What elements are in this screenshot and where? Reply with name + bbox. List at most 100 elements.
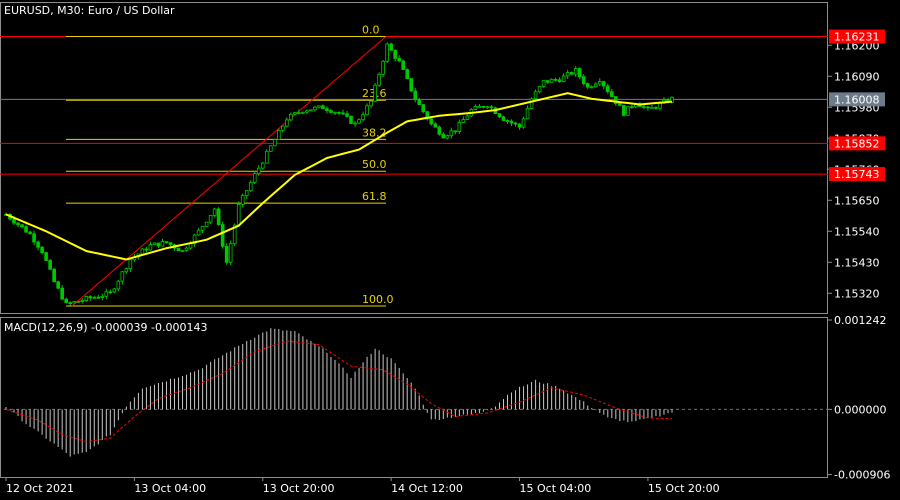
candle-body: [650, 106, 654, 109]
candle-body: [268, 145, 273, 152]
candle-body: [389, 43, 393, 51]
candle-body: [385, 43, 389, 62]
candle-body: [289, 113, 293, 121]
fibo-level-label: 61.8: [362, 190, 387, 203]
candle-body: [513, 122, 518, 125]
candle-body: [220, 224, 225, 247]
time-tick-label: 15 Oct 04:00: [520, 482, 592, 495]
candle-body: [565, 72, 570, 77]
macd-tick-label: -0.000906: [834, 469, 890, 482]
time-tick-label: 12 Oct 2021: [6, 482, 74, 495]
candle-body: [317, 105, 321, 108]
candle-body: [461, 119, 466, 123]
candle-body: [116, 280, 121, 290]
macd-pane[interactable]: 0.001242 0.000000 -0.000906 MACD(12,26,9) …: [0, 314, 891, 482]
macd-histogram: [4, 328, 828, 457]
macd-pane-border: [0, 317, 828, 478]
candle-body: [489, 106, 494, 109]
candle-body: [168, 242, 173, 246]
candle-body: [208, 214, 213, 223]
candle-body: [176, 247, 181, 252]
fibo-level-label: 0.0: [362, 24, 380, 37]
candle-body: [485, 106, 490, 109]
time-tick-label: 13 Oct 04:00: [134, 482, 206, 495]
main-pane[interactable]: 0.023.638.250.061.8100.0 1.162001.160901…: [0, 2, 885, 314]
price-tick-label: 1.15320: [834, 287, 880, 300]
candle-body: [413, 90, 418, 100]
candle-body: [44, 252, 48, 261]
candle-body: [56, 281, 60, 289]
candle-body: [577, 68, 582, 78]
candle-body: [52, 268, 56, 283]
candle-body: [256, 167, 261, 175]
candle-body: [204, 221, 209, 227]
candle-body: [36, 241, 40, 248]
candle-body: [100, 295, 105, 298]
symbol-label: EURUSD, M30: Euro / US Dollar: [4, 4, 175, 17]
candle-body: [309, 109, 313, 112]
candle-body: [497, 113, 502, 118]
candle-body: [421, 104, 426, 113]
candle-body: [557, 79, 562, 82]
candle-body: [24, 226, 28, 233]
price-tick-label: 1.15540: [834, 225, 880, 238]
candle-body: [252, 173, 257, 183]
candle-body: [393, 49, 397, 59]
candle-body: [401, 60, 405, 70]
price-label-text: 1.15852: [834, 137, 880, 150]
candle-body: [361, 114, 365, 121]
candle-body: [140, 248, 145, 255]
macd-axis[interactable]: 0.001242 0.000000 -0.000906: [828, 314, 890, 482]
candle-body: [124, 268, 129, 273]
candle-body: [313, 106, 317, 111]
candle-body: [417, 99, 422, 105]
candle-body: [20, 224, 24, 228]
candle-body: [589, 86, 594, 89]
candle-body: [224, 245, 229, 263]
candle-body: [60, 287, 64, 300]
candle-body: [357, 119, 361, 124]
candle-body: [377, 73, 381, 86]
candle-body: [301, 111, 305, 114]
candle-body: [373, 84, 377, 102]
candle-body: [533, 91, 538, 100]
candle-body: [345, 113, 349, 117]
candle-body: [573, 68, 578, 75]
candle-body: [365, 105, 369, 116]
price-tick-label: 1.15650: [834, 194, 880, 207]
candle-body: [529, 98, 534, 109]
candle-body: [409, 78, 414, 92]
candle-body: [96, 296, 101, 299]
candle-body: [12, 218, 16, 224]
candle-body: [453, 130, 458, 133]
candle-body: [545, 80, 550, 83]
candle-body: [264, 150, 269, 164]
candle-body: [248, 181, 253, 192]
candle-body: [429, 118, 434, 125]
horizontal-levels[interactable]: [0, 36, 828, 175]
candle-body: [353, 122, 357, 125]
candle-body: [437, 126, 442, 135]
fibo-level-label: 50.0: [362, 158, 387, 171]
candle-body: [148, 244, 153, 251]
candle-body: [293, 112, 297, 115]
candle-body: [305, 110, 309, 113]
candle-body: [40, 246, 44, 253]
candle-body: [273, 139, 277, 147]
chart-canvas[interactable]: 0.023.638.250.061.8100.0 1.162001.160901…: [0, 0, 900, 500]
candle-body: [585, 83, 590, 88]
candle-body: [144, 248, 149, 251]
moving-average-line: [5, 92, 673, 261]
time-tick-label: 14 Oct 12:00: [391, 482, 463, 495]
fibo-level-label: 38.2: [362, 126, 387, 139]
candle-body: [581, 76, 586, 84]
candle-body: [509, 120, 514, 124]
candle-body: [200, 225, 205, 231]
fibonacci-retracement[interactable]: 0.023.638.250.061.8100.0: [66, 24, 394, 307]
time-axis[interactable]: 12 Oct 2021 13 Oct 04:00 13 Oct 20:00 14 Oc…: [5, 477, 720, 495]
candle-body: [593, 83, 598, 88]
candle-body: [505, 120, 510, 122]
candle-body: [104, 291, 109, 297]
candle-body: [244, 190, 249, 197]
candle-body: [88, 296, 93, 299]
